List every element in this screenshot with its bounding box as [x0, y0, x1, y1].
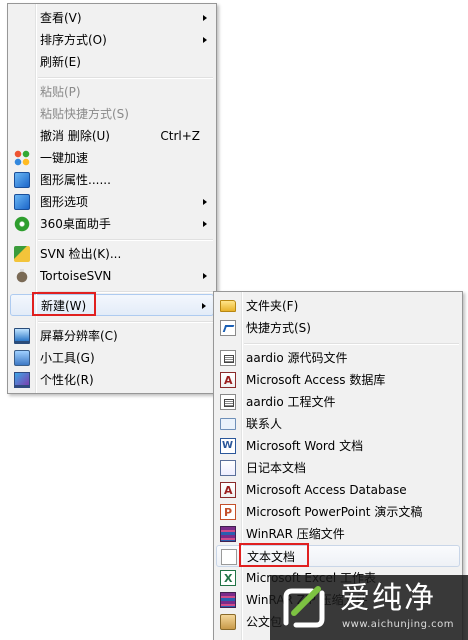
winrar-icon	[220, 526, 236, 542]
menu-item-undo-delete[interactable]: 撤消 删除(U) Ctrl+Z	[10, 125, 214, 147]
menu-item-label: 联系人	[246, 417, 283, 431]
menu-separator	[38, 321, 213, 323]
menu-item-shortcut: Ctrl+Z	[160, 129, 200, 143]
menu-item-label: 日记本文档	[246, 461, 307, 475]
menu-item-label: 粘贴快捷方式(S)	[40, 107, 129, 121]
submenu-item-access-db[interactable]: Microsoft Access 数据库	[216, 369, 460, 391]
submenu-item-contact[interactable]: 联系人	[216, 413, 460, 435]
submenu-item-folder[interactable]: 文件夹(F)	[216, 295, 460, 317]
menu-item-360-desktop-assistant[interactable]: 360桌面助手	[10, 213, 214, 235]
menu-item-label: Microsoft Access Database	[246, 483, 407, 497]
menu-item-label: 图形属性......	[40, 173, 111, 187]
menu-item-label: 小工具(G)	[40, 351, 95, 365]
menu-item-label: Microsoft Word 文档	[246, 439, 364, 453]
submenu-arrow-icon	[203, 15, 207, 21]
highlight-box-text-document	[239, 543, 309, 567]
menu-separator	[244, 343, 459, 345]
watermark-logo-icon	[283, 586, 325, 628]
menu-item-personalize[interactable]: 个性化(R)	[10, 369, 214, 391]
winrar-icon	[220, 592, 236, 608]
menu-item-label: 粘贴(P)	[40, 85, 81, 99]
tortoise-icon	[14, 268, 30, 284]
menu-item-label: 360桌面助手	[40, 217, 111, 231]
menu-item-label: 撤消 删除(U)	[40, 129, 110, 143]
menu-item-svn-checkout[interactable]: SVN 检出(K)...	[10, 243, 214, 265]
menu-item-label: 刷新(E)	[40, 55, 81, 69]
excel-icon	[220, 570, 236, 586]
desktop-context-menu: 查看(V) 排序方式(O) 刷新(E) 粘贴(P) 粘贴快捷方式(S) 撤消 删…	[7, 3, 217, 394]
svn-icon	[14, 246, 30, 262]
menu-item-label: aardio 工程文件	[246, 395, 336, 409]
personalize-icon	[14, 372, 30, 388]
menu-item-screen-resolution[interactable]: 屏幕分辨率(C)	[10, 325, 214, 347]
colored-circles-icon	[14, 150, 30, 166]
submenu-item-shortcut[interactable]: 快捷方式(S)	[216, 317, 460, 339]
document-icon	[220, 394, 236, 410]
shortcut-icon	[220, 320, 236, 336]
submenu-item-powerpoint[interactable]: Microsoft PowerPoint 演示文稿	[216, 501, 460, 523]
watermark-title: 爱纯净	[340, 581, 436, 616]
menu-item-label: 文件夹(F)	[246, 299, 299, 313]
word-icon	[220, 438, 236, 454]
menu-item-label: TortoiseSVN	[40, 269, 112, 283]
submenu-item-journal[interactable]: 日记本文档	[216, 457, 460, 479]
submenu-item-aardio-source[interactable]: aardio 源代码文件	[216, 347, 460, 369]
menu-item-graphics-options[interactable]: 图形选项	[10, 191, 214, 213]
powerpoint-icon	[220, 504, 236, 520]
menu-item-one-click-accelerate[interactable]: 一键加速	[10, 147, 214, 169]
menu-item-tortoisesvn[interactable]: TortoiseSVN	[10, 265, 214, 287]
menu-item-label: 快捷方式(S)	[246, 321, 311, 335]
access-icon	[220, 372, 236, 388]
menu-item-label: Microsoft PowerPoint 演示文稿	[246, 505, 423, 519]
contact-icon	[220, 418, 236, 430]
menu-separator	[38, 239, 213, 241]
submenu-item-aardio-project[interactable]: aardio 工程文件	[216, 391, 460, 413]
menu-item-label: 屏幕分辨率(C)	[40, 329, 118, 343]
watermark-url: www.aichunjing.com	[342, 619, 454, 630]
submenu-arrow-icon	[203, 37, 207, 43]
submenu-arrow-icon	[203, 199, 207, 205]
menu-item-refresh[interactable]: 刷新(E)	[10, 51, 214, 73]
menu-item-view[interactable]: 查看(V)	[10, 7, 214, 29]
access-icon	[220, 482, 236, 498]
document-icon	[220, 350, 236, 366]
menu-item-label: 个性化(R)	[40, 373, 94, 387]
menu-item-label: 排序方式(O)	[40, 33, 107, 47]
menu-item-label: WinRAR 压缩文件	[246, 527, 345, 541]
menu-item-label: 查看(V)	[40, 11, 82, 25]
submenu-arrow-icon	[202, 303, 206, 309]
submenu-item-access-database[interactable]: Microsoft Access Database	[216, 479, 460, 501]
folder-icon	[220, 300, 236, 312]
submenu-arrow-icon	[203, 221, 207, 227]
gadget-icon	[14, 350, 30, 366]
menu-item-label: 一键加速	[40, 151, 89, 165]
graphics-icon	[14, 172, 30, 188]
briefcase-icon	[220, 614, 236, 630]
360-icon	[14, 216, 30, 232]
graphics-icon	[14, 194, 30, 210]
journal-icon	[220, 460, 236, 476]
menu-item-sort-by[interactable]: 排序方式(O)	[10, 29, 214, 51]
menu-item-paste-shortcut[interactable]: 粘贴快捷方式(S)	[10, 103, 214, 125]
menu-item-graphics-properties[interactable]: 图形属性......	[10, 169, 214, 191]
watermark: 爱纯净 www.aichunjing.com	[270, 575, 468, 640]
submenu-item-winrar[interactable]: WinRAR 压缩文件	[216, 523, 460, 545]
submenu-arrow-icon	[203, 273, 207, 279]
highlight-box-new	[32, 292, 96, 316]
menu-item-label: Microsoft Access 数据库	[246, 373, 386, 387]
screen-icon	[14, 328, 30, 344]
menu-item-gadgets[interactable]: 小工具(G)	[10, 347, 214, 369]
menu-item-label: aardio 源代码文件	[246, 351, 348, 365]
submenu-item-word-doc[interactable]: Microsoft Word 文档	[216, 435, 460, 457]
text-file-icon	[221, 549, 237, 565]
menu-separator	[38, 77, 213, 79]
menu-item-paste[interactable]: 粘贴(P)	[10, 81, 214, 103]
menu-item-label: SVN 检出(K)...	[40, 247, 122, 261]
menu-item-label: 图形选项	[40, 195, 89, 209]
